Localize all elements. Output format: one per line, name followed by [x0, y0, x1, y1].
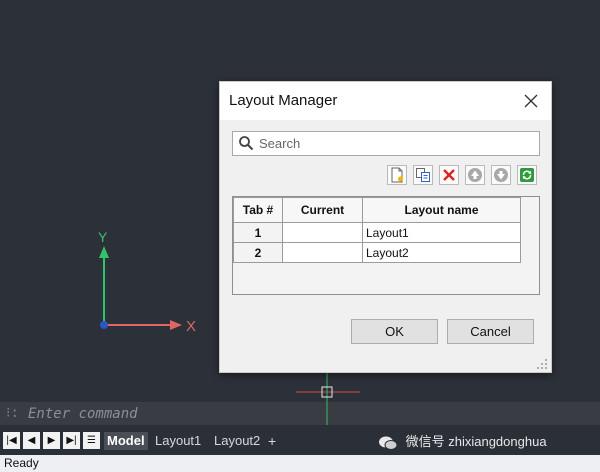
current-cell[interactable] [282, 242, 363, 263]
ucs-x-label: X [186, 318, 196, 335]
search-box [232, 131, 540, 156]
new-layout-icon [391, 167, 403, 183]
status-bar: Ready [0, 455, 600, 472]
command-line: ⁝: [0, 402, 600, 425]
layout-name-cell[interactable]: Layout1 [362, 222, 521, 243]
copy-layout-icon [416, 168, 430, 182]
resize-grip-icon[interactable] [536, 358, 548, 370]
ucs-y-label: Y [98, 229, 108, 245]
previous-tab-button[interactable]: ◀ [23, 432, 40, 449]
tab-number-cell: 1 [233, 222, 283, 243]
move-up-button[interactable] [465, 165, 485, 185]
layout-name-cell[interactable]: Layout2 [362, 242, 521, 263]
move-down-icon [494, 168, 508, 182]
close-icon [524, 94, 538, 108]
crosshair-cursor-icon [296, 372, 360, 402]
table-header-row: Tab # Current Layout name [233, 197, 521, 223]
search-icon [239, 136, 254, 151]
copy-layout-button[interactable] [413, 165, 433, 185]
layout-manager-dialog: Layout Manager Search Tab # Current Layo… [219, 81, 552, 373]
tab-layout2[interactable]: Layout2 [211, 432, 263, 450]
tab-model[interactable]: Model [104, 432, 148, 450]
crosshair-cursor-tail [326, 402, 328, 425]
tab-list-button[interactable]: ☰ [83, 432, 100, 449]
column-header-current[interactable]: Current [282, 197, 363, 223]
tab-layout1[interactable]: Layout1 [152, 432, 204, 450]
search-input[interactable] [259, 134, 529, 153]
first-tab-button[interactable]: |◀ [3, 432, 20, 449]
ok-button[interactable]: OK [351, 319, 438, 344]
column-header-layout-name[interactable]: Layout name [362, 197, 521, 223]
watermark-text: 微信号 zhixiangdonghua [405, 434, 547, 449]
layout-table: Tab # Current Layout name 1 Layout1 2 La… [232, 196, 540, 295]
command-line-grip[interactable]: ⁝: [6, 402, 19, 425]
command-input[interactable] [28, 404, 528, 423]
move-down-button[interactable] [491, 165, 511, 185]
add-layout-button[interactable]: + [268, 432, 276, 450]
cancel-button[interactable]: Cancel [447, 319, 534, 344]
last-tab-button[interactable]: ▶| [63, 432, 80, 449]
status-text: Ready [4, 456, 39, 470]
move-up-icon [468, 168, 482, 182]
refresh-icon [520, 168, 534, 182]
dialog-titlebar[interactable]: Layout Manager [220, 82, 551, 120]
current-cell[interactable] [282, 222, 363, 243]
column-header-tab[interactable]: Tab # [233, 197, 283, 223]
next-tab-button[interactable]: ▶ [43, 432, 60, 449]
table-row[interactable]: 1 Layout1 [233, 222, 521, 243]
watermark: 微信号 zhixiangdonghua [378, 432, 547, 452]
delete-layout-button[interactable] [439, 165, 459, 185]
delete-icon [443, 169, 455, 181]
wechat-logo-icon [379, 436, 398, 450]
close-button[interactable] [518, 88, 544, 114]
new-layout-button[interactable] [387, 165, 407, 185]
dialog-title: Layout Manager [229, 92, 338, 109]
refresh-button[interactable] [517, 165, 537, 185]
table-row[interactable]: 2 Layout2 [233, 242, 521, 263]
tab-number-cell: 2 [233, 242, 283, 263]
